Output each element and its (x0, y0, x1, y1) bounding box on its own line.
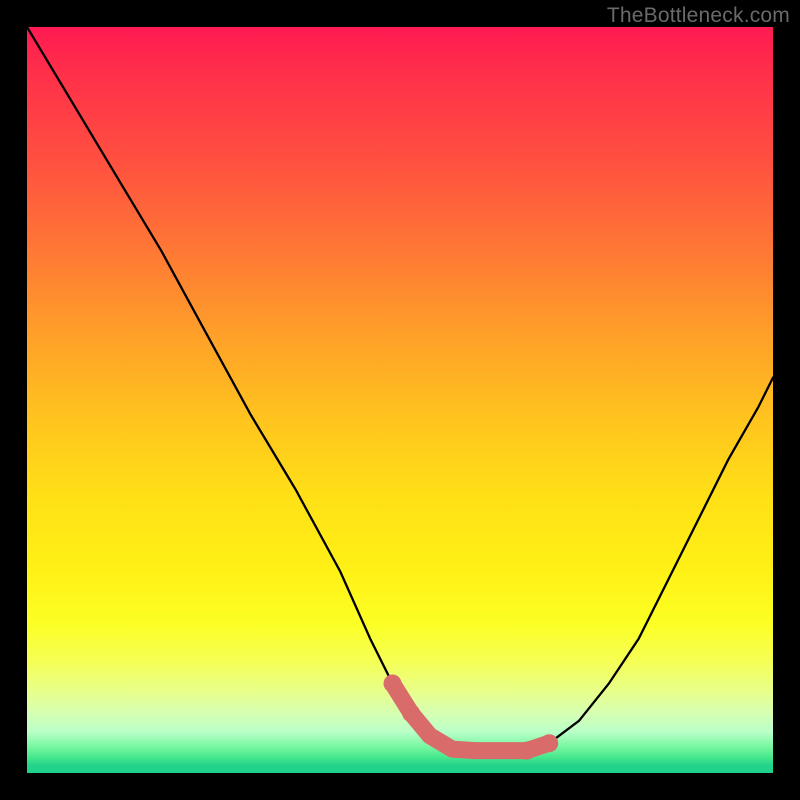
curve-right-path (497, 378, 773, 751)
curve-left-path (27, 27, 497, 751)
highlight-dot (518, 742, 536, 760)
highlight-dot (402, 704, 420, 722)
chart-frame: TheBottleneck.com (0, 0, 800, 800)
plot-area (27, 27, 773, 773)
watermark-text: TheBottleneck.com (607, 4, 790, 28)
highlight-dot (540, 734, 558, 752)
chart-svg (27, 27, 773, 773)
highlight-dot (384, 675, 402, 693)
